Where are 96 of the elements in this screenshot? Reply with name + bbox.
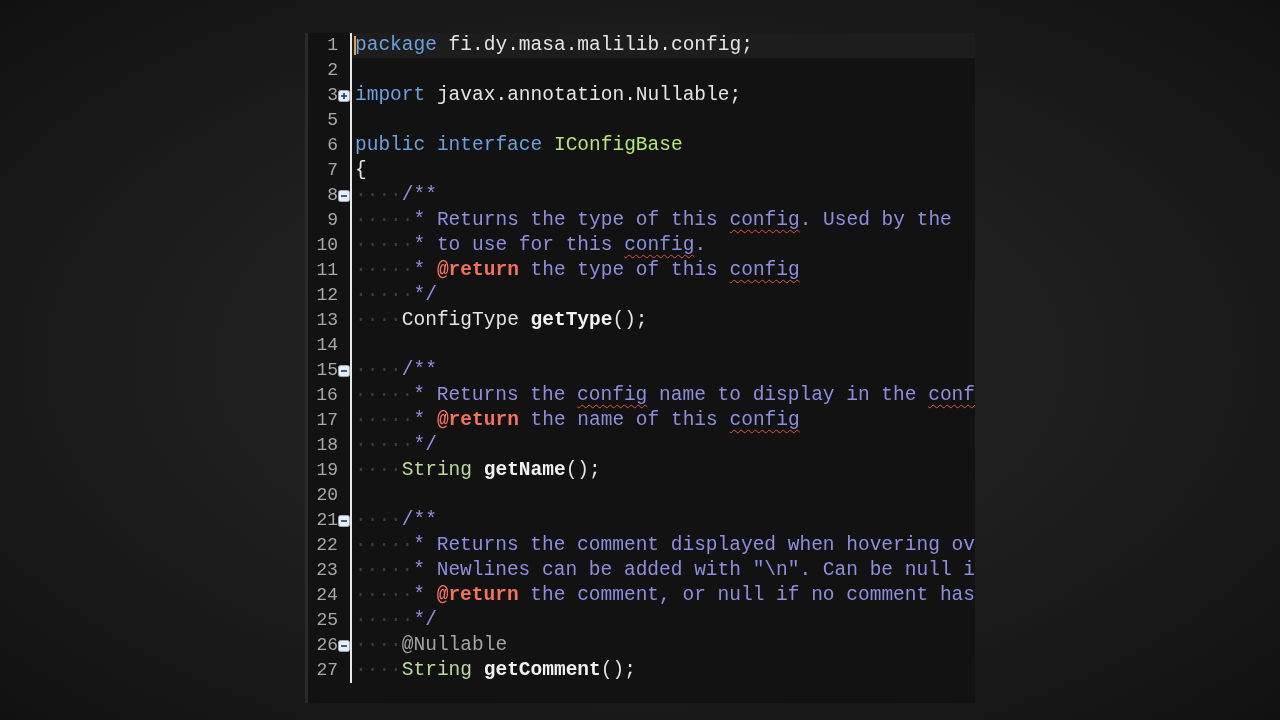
line-number: 24 — [315, 584, 338, 607]
comment-text: * to use for this — [413, 234, 614, 256]
line-number: 25 — [315, 609, 338, 632]
doc-tag: @return — [436, 409, 519, 431]
comment-text: * — [413, 584, 426, 606]
whitespace-dots: ····· — [355, 259, 414, 281]
line-number: 18 — [315, 434, 338, 457]
comment-text: */ — [413, 284, 437, 306]
misspelled-word: config — [729, 409, 800, 431]
line-number: 3 — [326, 84, 338, 107]
line-number: 7 — [326, 159, 338, 182]
comment-text: name to display in the — [658, 384, 918, 406]
comment-text: * — [413, 409, 427, 431]
line-number: 27 — [315, 659, 338, 682]
whitespace-dots: ····· — [355, 434, 414, 456]
line-number: 2 — [326, 59, 338, 82]
line-number: 12 — [315, 284, 338, 307]
comment-text: . Used by the — [799, 209, 952, 231]
whitespace-dots: ····· — [355, 409, 414, 431]
class-name: IConfigBase — [552, 134, 683, 156]
whitespace-dots: ···· — [355, 309, 402, 331]
whitespace-dots: ····· — [354, 584, 414, 606]
line-number: 15 — [315, 359, 338, 382]
line-number: 17 — [315, 409, 338, 432]
code-text: fi.dy.masa.malilib.config; — [447, 34, 753, 56]
line-number: 23 — [315, 559, 338, 582]
code-text: ConfigType — [401, 309, 520, 331]
comment-text: * — [413, 259, 427, 281]
code-text: (); — [565, 459, 601, 481]
keyword: public interface — [355, 134, 543, 156]
misspelled-word: config — [729, 259, 800, 281]
line-number: 14 — [315, 334, 338, 357]
type-name: String — [401, 459, 474, 481]
line-number: 10 — [315, 234, 338, 257]
line-number: 11 — [315, 259, 338, 282]
comment-text: . — [694, 234, 707, 256]
text-cursor — [354, 36, 356, 55]
method-name: getType — [530, 309, 613, 331]
line-number: 20 — [315, 484, 338, 507]
line-number: 13 — [315, 309, 338, 332]
line-number: 22 — [315, 534, 338, 557]
line-number: 9 — [326, 209, 338, 232]
line-number: 16 — [315, 384, 338, 407]
annotation: @Nullable — [401, 634, 508, 656]
method-name: getName — [483, 459, 566, 481]
whitespace-dots: ···· — [355, 659, 402, 681]
code-text: (); — [600, 659, 636, 681]
comment-text: the type of this — [529, 259, 719, 281]
line-number: 19 — [315, 459, 338, 482]
misspelled-word: config — [577, 384, 648, 406]
whitespace-dots: ····· — [355, 609, 414, 631]
line-number: 8 — [326, 184, 338, 207]
misspelled-word: conf — [928, 384, 975, 406]
line-number: 6 — [326, 134, 338, 157]
doc-tag: @return — [436, 584, 519, 606]
doc-tag: @return — [436, 259, 519, 281]
whitespace-dots: ···· — [355, 184, 402, 206]
whitespace-dots: ···· — [355, 634, 402, 656]
line-number: 21 — [315, 509, 338, 532]
misspelled-word: config — [624, 234, 695, 256]
comment-text: the name of this — [529, 409, 719, 431]
comment-text: /** — [401, 509, 437, 531]
collapse-icon[interactable] — [338, 639, 350, 652]
type-name: String — [401, 659, 474, 681]
line-number: 1 — [326, 34, 338, 57]
whitespace-dots: ····· — [355, 284, 414, 306]
comment-text: * Returns the type of this — [413, 209, 719, 231]
whitespace-dots: ····· — [354, 384, 414, 406]
comment-text: * Returns the comment displayed when hovering ov — [413, 534, 975, 556]
whitespace-dots: ····· — [354, 559, 414, 581]
collapse-icon[interactable] — [338, 189, 350, 202]
whitespace-dots: ···· — [355, 509, 402, 531]
expand-icon[interactable] — [338, 89, 350, 102]
whitespace-dots: ···· — [355, 359, 402, 381]
comment-text: the comment, or null if no comment has — [529, 584, 975, 606]
comment-text: /** — [401, 359, 437, 381]
comment-text: /** — [401, 184, 437, 206]
comment-text: */ — [413, 434, 437, 456]
whitespace-dots: ····· — [355, 234, 414, 256]
code-text: { — [355, 159, 367, 181]
collapse-icon[interactable] — [338, 364, 350, 377]
whitespace-dots: ····· — [354, 534, 414, 556]
keyword: import — [355, 84, 426, 106]
misspelled-word: config — [729, 209, 800, 231]
method-name: getComment — [483, 659, 601, 681]
line-number: 5 — [326, 109, 338, 132]
comment-text: */ — [413, 609, 437, 631]
whitespace-dots: ···· — [355, 459, 402, 481]
line-number: 26 — [315, 634, 338, 657]
code-text: (); — [612, 309, 648, 331]
comment-text: * Returns the — [413, 384, 567, 406]
keyword: package — [355, 34, 437, 56]
comment-text: * Newlines can be added with "\n". Can be null i — [413, 559, 975, 581]
code-text: javax.annotation.Nullable; — [435, 84, 742, 106]
whitespace-dots: ····· — [355, 209, 414, 231]
collapse-icon[interactable] — [338, 514, 350, 527]
